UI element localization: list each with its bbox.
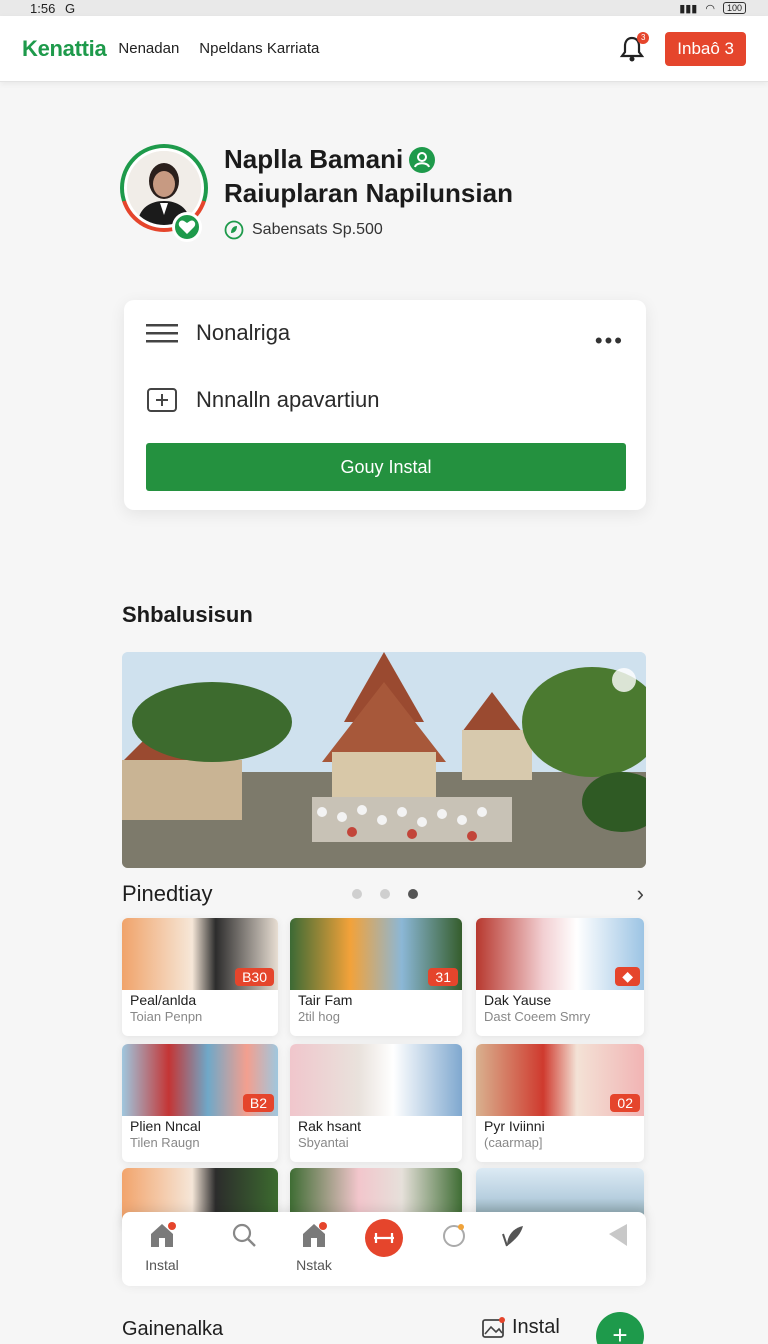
tile-subtitle: Toian Penpn bbox=[130, 1009, 203, 1024]
tile-subtitle: Sbyantai bbox=[298, 1135, 349, 1150]
tile-photo: 31 bbox=[290, 918, 462, 990]
image-icon bbox=[482, 1316, 505, 1338]
hamburger-menu-icon bbox=[146, 324, 178, 343]
send-icon bbox=[609, 1224, 627, 1246]
bottom-nav-search[interactable] bbox=[214, 1220, 274, 1255]
tile-title: Pyr Iviinni bbox=[484, 1118, 545, 1134]
bottom-nav-home-label: Instal bbox=[145, 1257, 179, 1273]
profile-meta: Sabensats Sp.500 bbox=[224, 220, 383, 240]
center-action-icon bbox=[365, 1219, 403, 1257]
chevron-right-icon[interactable]: › bbox=[637, 881, 644, 907]
bottom-nav-activity[interactable] bbox=[424, 1220, 484, 1255]
verified-user-icon bbox=[409, 146, 436, 173]
bottom-nav-send[interactable] bbox=[588, 1220, 648, 1255]
bottom-nav-store[interactable]: Nstak bbox=[284, 1220, 344, 1273]
nav-link-1[interactable]: Nenadan bbox=[118, 40, 179, 57]
brand-logo[interactable]: Kenattia bbox=[22, 36, 107, 62]
tile-badge: 02 bbox=[610, 1094, 640, 1112]
install-button[interactable]: Gouy Instal bbox=[146, 443, 626, 491]
footer-action-label: Instal bbox=[512, 1316, 560, 1338]
status-icons: ▮▮▮ ◠ 100 bbox=[679, 2, 746, 15]
grid-tile[interactable]: 31 Tair Fam 2til hog bbox=[290, 918, 462, 1036]
tile-title: Peal/anlda bbox=[130, 992, 197, 1008]
tile-badge: ◆ bbox=[615, 967, 640, 986]
home-icon bbox=[151, 1222, 176, 1247]
profile-header: Naplla Bamani Raiuplaran Napilunsian Sab… bbox=[120, 140, 660, 250]
carousel-dot-active[interactable] bbox=[408, 889, 418, 899]
bottom-nav-leaf[interactable] bbox=[484, 1220, 544, 1255]
carousel-dot[interactable] bbox=[352, 889, 362, 899]
tile-title: Rak hsant bbox=[298, 1118, 362, 1134]
bottom-nav-center[interactable] bbox=[354, 1218, 414, 1263]
carousel-dot[interactable] bbox=[380, 889, 390, 899]
status-time-group: 1:56 G bbox=[30, 1, 75, 16]
notifications-button[interactable]: 3 bbox=[617, 31, 650, 64]
nav-link-2[interactable]: Npeldans Karriata bbox=[199, 40, 319, 57]
tile-photo bbox=[290, 1044, 462, 1116]
notification-badge: 3 bbox=[637, 31, 650, 44]
battery-icon: 100 bbox=[722, 2, 746, 14]
store-icon bbox=[303, 1222, 327, 1247]
featured-banner[interactable] bbox=[122, 652, 646, 868]
top-nav: Kenattia Nenadan Npeldans Karriata 3 Inb… bbox=[0, 16, 768, 82]
tile-title: Plien Nncal bbox=[130, 1118, 201, 1134]
tile-subtitle: 2til hog bbox=[298, 1009, 340, 1024]
add-square-icon bbox=[147, 388, 177, 412]
status-carrier: G bbox=[64, 0, 76, 16]
grid-tile[interactable]: ◆ Dak Yause Dast Coeem Smry bbox=[476, 918, 644, 1036]
add-fab-button[interactable]: + bbox=[596, 1312, 644, 1344]
avatar-heart-icon bbox=[172, 212, 202, 242]
footer-install-action[interactable]: Instal bbox=[482, 1316, 560, 1339]
profile-meta-text: Sabensats Sp.500 bbox=[252, 221, 383, 238]
section-title: Shbalusisun bbox=[122, 602, 253, 627]
grid-tile[interactable]: 02 Pyr Iviinni (caarmap] bbox=[476, 1044, 644, 1162]
grid-tile[interactable]: Rak hsant Sbyantai bbox=[290, 1044, 462, 1162]
tile-subtitle: Dast Coeem Smry bbox=[484, 1009, 591, 1024]
tile-subtitle: Tilen Raugn bbox=[130, 1135, 200, 1150]
card-add-label: Nnnalln apavartiun bbox=[196, 387, 380, 412]
search-icon bbox=[232, 1223, 256, 1247]
wifi-icon: ◠ bbox=[705, 2, 715, 15]
more-options-icon[interactable]: ••• bbox=[595, 328, 624, 354]
carousel-title: Pinedtiay bbox=[122, 881, 213, 906]
status-bar: 1:56 G ▮▮▮ ◠ 100 bbox=[0, 0, 768, 16]
tile-subtitle: (caarmap] bbox=[484, 1135, 543, 1150]
status-time: 1:56 bbox=[30, 0, 56, 16]
tile-photo: ◆ bbox=[476, 918, 644, 990]
carousel-header: Pinedtiay › bbox=[122, 878, 646, 910]
profile-name-row: Naplla Bamani bbox=[224, 144, 436, 175]
tile-badge: B30 bbox=[235, 968, 274, 986]
banner-media-icon[interactable] bbox=[612, 668, 636, 692]
card-menu-row[interactable]: Nonalriga bbox=[146, 320, 290, 346]
profile-subtitle: Raiuplaran Napilunsian bbox=[224, 178, 513, 208]
tile-photo: B2 bbox=[122, 1044, 278, 1116]
tile-badge: 31 bbox=[428, 968, 458, 986]
action-card: Nonalriga ••• Nnnalln apavartiun Gouy In… bbox=[124, 300, 646, 510]
temple-scene-image bbox=[122, 652, 646, 868]
bottom-nav-home[interactable]: Instal bbox=[132, 1220, 192, 1273]
tile-title: Tair Fam bbox=[298, 992, 353, 1008]
card-menu-label: Nonalriga bbox=[196, 320, 291, 345]
tile-photo: B30 bbox=[122, 918, 278, 990]
carousel-dots bbox=[352, 889, 418, 899]
grid-tile[interactable]: B30 Peal/anlda Toian Penpn bbox=[122, 918, 278, 1036]
profile-name: Naplla Bamani bbox=[224, 144, 404, 174]
activity-ring-icon bbox=[443, 1224, 465, 1247]
tile-title: Dak Yause bbox=[484, 992, 552, 1008]
bottom-nav: Instal Nstak bbox=[122, 1212, 646, 1286]
leaf-badge-icon bbox=[224, 220, 244, 240]
footer-title: Gainenalka bbox=[122, 1318, 224, 1340]
signal-icon: ▮▮▮ bbox=[679, 2, 698, 15]
card-add-row[interactable]: Nnnalln apavartiun bbox=[146, 386, 379, 414]
tile-badge: B2 bbox=[242, 1094, 274, 1112]
leaf-icon bbox=[502, 1226, 523, 1247]
footer-row: Gainenalka Instal + bbox=[122, 1312, 646, 1344]
inbox-button[interactable]: Inbaô 3 bbox=[665, 31, 746, 66]
grid-tile[interactable]: B2 Plien Nncal Tilen Raugn bbox=[122, 1044, 278, 1162]
bottom-nav-store-label: Nstak bbox=[296, 1257, 332, 1273]
tile-photo: 02 bbox=[476, 1044, 644, 1116]
